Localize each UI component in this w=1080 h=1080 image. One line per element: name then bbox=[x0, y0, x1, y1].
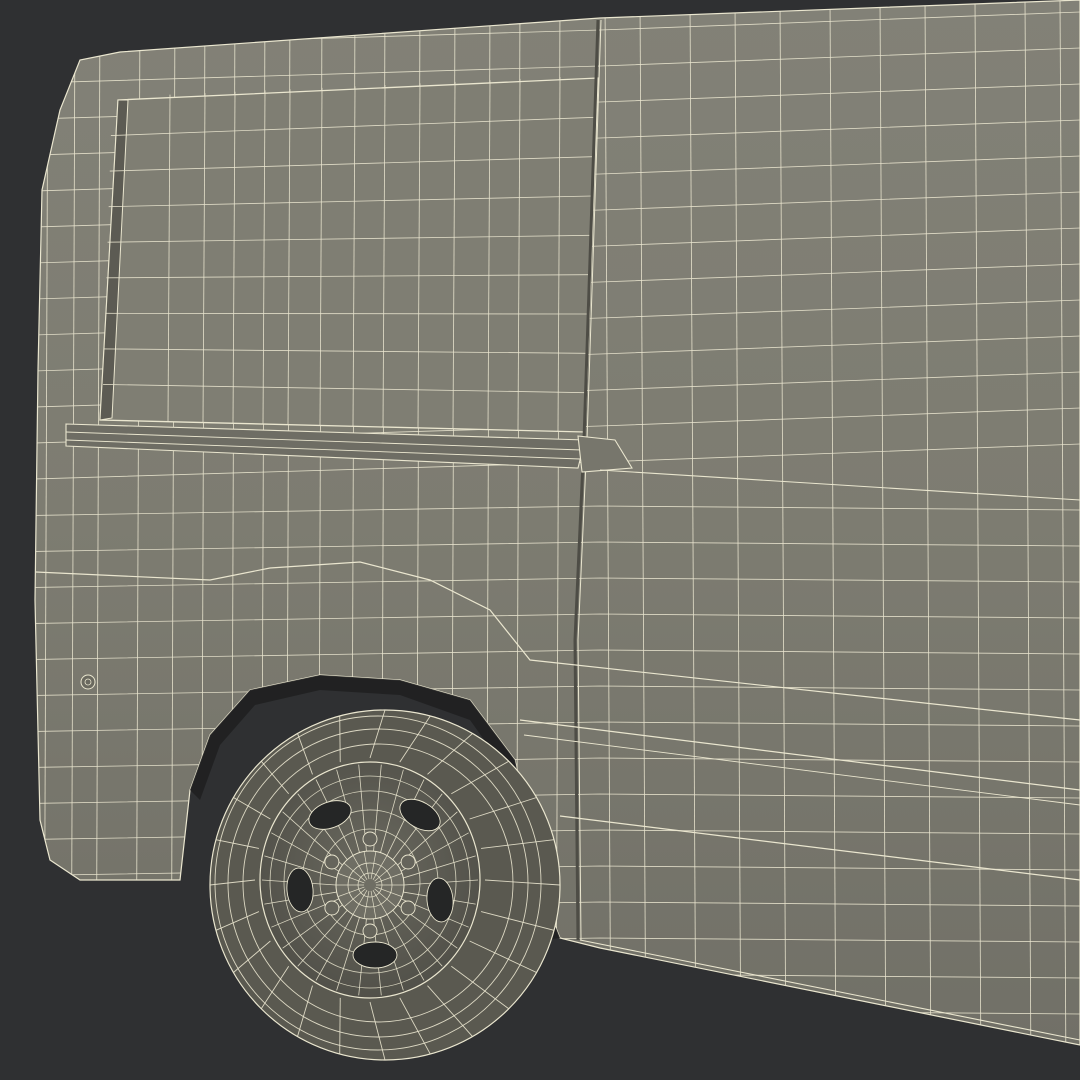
lug-nut bbox=[362, 831, 378, 847]
render-viewport bbox=[0, 0, 1080, 1080]
van-wireframe-render bbox=[0, 0, 1080, 1080]
lug-nut bbox=[324, 900, 340, 916]
fuel-cap-detail bbox=[80, 674, 96, 690]
rear-window bbox=[99, 77, 599, 433]
lug-nut bbox=[324, 854, 340, 870]
lug-nut bbox=[400, 854, 416, 870]
tire-wire-radial bbox=[339, 715, 341, 763]
lug-nut bbox=[400, 900, 416, 916]
rim-vent-hole bbox=[352, 941, 398, 969]
wheel bbox=[209, 709, 561, 1061]
lug-nut bbox=[362, 923, 378, 939]
